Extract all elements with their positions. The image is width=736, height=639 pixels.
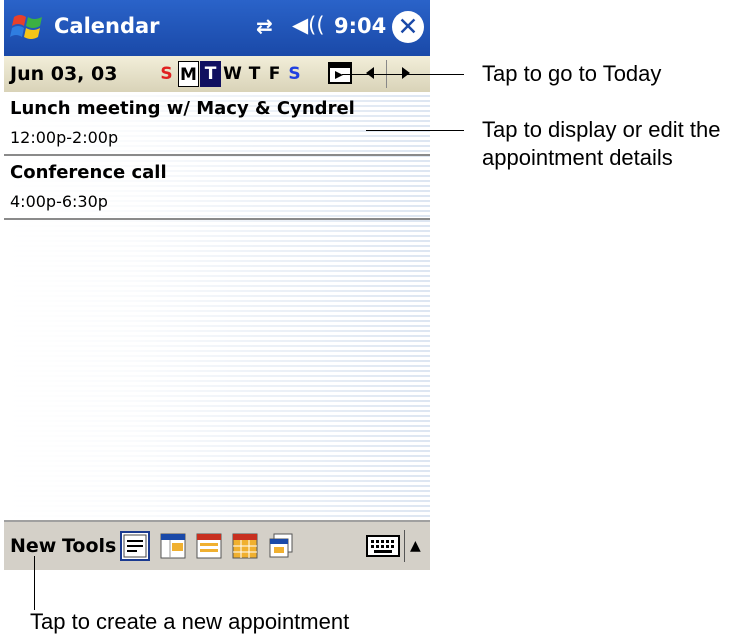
day-tuesday[interactable]: T <box>200 61 221 87</box>
appointment-item[interactable]: Lunch meeting w/ Macy & Cyndrel 12:00p-2… <box>4 92 430 156</box>
details-callout-text-line2: appointment details <box>482 145 673 170</box>
input-panel-arrow-icon[interactable]: ▲ <box>410 538 421 554</box>
pocket-pc-screen: Calendar ⇄ ◀(( 9:04 ✕ Jun 03, 03 S M T W… <box>4 0 430 570</box>
go-to-today-icon[interactable] <box>326 60 354 86</box>
volume-icon[interactable]: ◀(( <box>292 13 325 37</box>
day-wednesday[interactable]: W <box>222 61 243 87</box>
windows-start-icon[interactable] <box>10 9 46 45</box>
today-callout-line <box>342 74 464 75</box>
appointment-time: 4:00p-6:30p <box>10 192 108 211</box>
day-sunday[interactable]: S <box>156 61 177 87</box>
day-view-icon[interactable] <box>158 531 188 561</box>
tools-menu[interactable]: Tools <box>62 535 116 557</box>
clock[interactable]: 9:04 <box>334 14 386 38</box>
appointment-time: 12:00p-2:00p <box>10 128 119 147</box>
date-bar: Jun 03, 03 S M T W T F S <box>4 56 430 94</box>
agenda-view-icon[interactable] <box>120 531 150 561</box>
appointment-title: Conference call <box>10 162 167 183</box>
new-menu[interactable]: New <box>10 535 56 557</box>
app-title: Calendar <box>54 14 160 38</box>
today-callout-text: Tap to go to Today <box>482 61 662 86</box>
input-panel-divider <box>404 530 405 562</box>
appointment-item[interactable]: Conference call 4:00p-6:30p <box>4 156 430 220</box>
title-bar: Calendar ⇄ ◀(( 9:04 ✕ <box>4 0 430 56</box>
keyboard-icon[interactable] <box>366 535 400 557</box>
day-monday[interactable]: M <box>178 61 199 87</box>
appointment-title: Lunch meeting w/ Macy & Cyndrel <box>10 98 355 119</box>
day-saturday[interactable]: S <box>284 61 305 87</box>
connectivity-icon[interactable]: ⇄ <box>256 14 273 38</box>
day-friday[interactable]: F <box>264 61 285 87</box>
details-callout-text-line1: Tap to display or edit the <box>482 117 721 142</box>
current-date[interactable]: Jun 03, 03 <box>10 63 117 85</box>
close-icon[interactable]: ✕ <box>392 11 424 43</box>
command-bar: New Tools ▲ <box>4 520 430 570</box>
month-view-icon[interactable] <box>230 531 260 561</box>
appointment-list: Lunch meeting w/ Macy & Cyndrel 12:00p-2… <box>4 92 430 520</box>
week-view-icon[interactable] <box>194 531 224 561</box>
next-week-icon[interactable] <box>392 60 420 86</box>
previous-week-icon[interactable] <box>356 60 384 86</box>
day-thursday[interactable]: T <box>244 61 265 87</box>
year-view-icon[interactable] <box>266 531 296 561</box>
new-callout-text: Tap to create a new appointment <box>30 609 350 634</box>
new-callout-line <box>34 556 35 610</box>
